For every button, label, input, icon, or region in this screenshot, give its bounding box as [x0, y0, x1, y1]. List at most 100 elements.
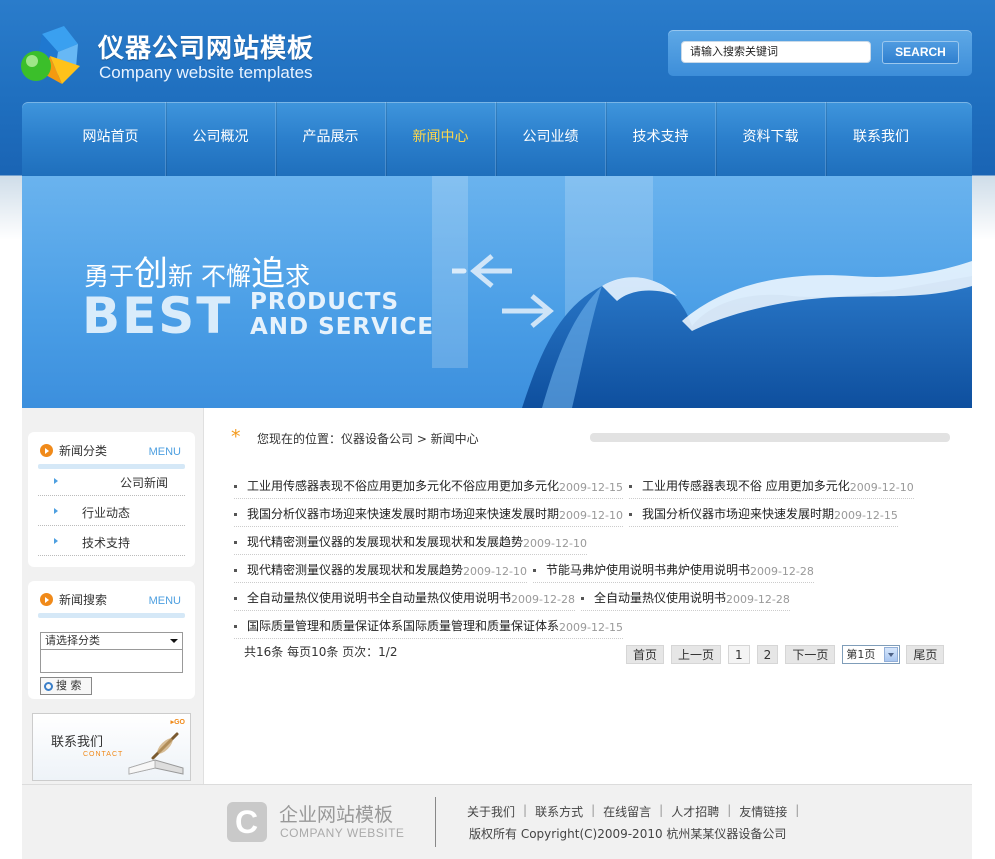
news-date: 2009-12-15 — [559, 621, 623, 634]
news-item[interactable]: 节能马弗炉使用说明书弗炉使用说明书 2009-12-28 — [532, 557, 814, 583]
star-icon: * — [231, 426, 241, 448]
news-row: 国际质量管理和质量保证体系国际质量管理和质量保证体系 2009-12-15 — [234, 613, 629, 639]
arrow-icon — [54, 508, 58, 514]
category-item-industry[interactable]: 行业动态 — [38, 496, 185, 526]
news-row: 我国分析仪器市场迎来快速发展时期市场迎来快速发展时期 2009-12-10 我国分… — [234, 501, 904, 527]
arrow-icon — [54, 478, 58, 484]
footer-link-friends[interactable]: 友情链接 — [739, 803, 787, 820]
news-title[interactable]: 全自动量热仪使用说明书 — [594, 589, 726, 606]
page-select[interactable]: 第1页 — [842, 645, 901, 664]
separator: | — [523, 803, 528, 817]
category-item-company-news[interactable]: 公司新闻 — [38, 466, 185, 496]
news-row: 全自动量热仪使用说明书全自动量热仪使用说明书 2009-12-28 全自动量热仪使… — [234, 585, 796, 611]
bullet-icon — [580, 597, 584, 600]
prev-page-button[interactable]: 上一页 — [671, 645, 722, 664]
news-item[interactable]: 我国分析仪器市场迎来快速发展时期 2009-12-15 — [628, 501, 898, 527]
news-search-button[interactable]: 搜 索 — [40, 677, 92, 695]
page-1-button[interactable]: 1 — [728, 645, 750, 664]
wave-image — [452, 254, 972, 408]
news-item[interactable]: 国际质量管理和质量保证体系国际质量管理和质量保证体系 2009-12-15 — [234, 613, 623, 639]
category-label: 行业动态 — [82, 506, 131, 520]
category-item-tech-support[interactable]: 技术支持 — [38, 526, 185, 556]
play-icon — [40, 593, 53, 606]
search-button[interactable]: SEARCH — [882, 41, 959, 64]
copyright: 版权所有 Copyright(C)2009-2010 杭州某某仪器设备公司 — [469, 827, 787, 841]
header: 仪器公司网站模板 Company website templates 请输入搜索… — [0, 0, 995, 100]
category-select[interactable]: 请选择分类 — [40, 632, 183, 650]
bullet-icon — [234, 541, 237, 544]
news-date: 2009-12-15 — [559, 481, 623, 494]
news-title[interactable]: 工业用传感器表现不俗 应用更加多元化 — [642, 477, 850, 494]
news-category-panel: 新闻分类 MENU 公司新闻 行业动态 技术支持 — [28, 432, 195, 567]
button-label: 搜 索 — [56, 679, 82, 692]
news-title[interactable]: 我国分析仪器市场迎来快速发展时期 — [642, 505, 834, 522]
news-row: 现代精密测量仪器的发展现状和发展现状和发展趋势 2009-12-10 — [234, 529, 593, 555]
contact-banner[interactable]: ▸GO 联系我们 CONTACT — [32, 713, 191, 781]
nav-item-performance[interactable]: 公司业绩 — [496, 102, 606, 176]
menu-label: MENU — [148, 446, 181, 458]
banner-best: BEST — [82, 287, 233, 345]
news-title[interactable]: 节能马弗炉使用说明书弗炉使用说明书 — [546, 561, 750, 578]
chevron-down-icon — [884, 647, 899, 662]
footer-brand-en: COMPANY WEBSITE — [280, 826, 405, 840]
menu-label: MENU — [148, 595, 181, 607]
hero-banner: 勇于创新 不懈追求 BEST PRODUCTS AND SERVICE — [22, 176, 972, 408]
news-title[interactable]: 现代精密测量仪器的发展现状和发展趋势 — [247, 561, 463, 578]
category-label: 公司新闻 — [120, 476, 169, 490]
first-page-button[interactable]: 首页 — [626, 645, 665, 664]
search-bar: 请输入搜索关键词 SEARCH — [668, 30, 972, 76]
news-title[interactable]: 现代精密测量仪器的发展现状和发展现状和发展趋势 — [247, 533, 523, 550]
search-input[interactable]: 请输入搜索关键词 — [681, 41, 871, 63]
news-title[interactable]: 全自动量热仪使用说明书全自动量热仪使用说明书 — [247, 589, 511, 606]
news-date: 2009-12-10 — [849, 481, 914, 494]
main-nav: 网站首页 公司概况 产品展示 新闻中心 公司业绩 技术支持 资料下载 联系我们 — [22, 102, 972, 176]
banner-products-line1: PRODUCTS — [250, 289, 400, 315]
nav-item-news[interactable]: 新闻中心 — [386, 102, 496, 176]
go-text: GO — [174, 719, 185, 726]
contact-title: 联系我们 — [51, 735, 104, 750]
pagination: 首页 上一页 1 2 下一页 第1页 尾页 — [626, 645, 951, 664]
bullet-icon — [628, 485, 632, 488]
news-row: 现代精密测量仪器的发展现状和发展趋势 2009-12-10 节能马弗炉使用说明书弗… — [234, 557, 820, 583]
nav-item-downloads[interactable]: 资料下载 — [716, 102, 826, 176]
news-item[interactable]: 全自动量热仪使用说明书全自动量热仪使用说明书 2009-12-28 — [234, 585, 575, 611]
panel-divider — [38, 613, 185, 618]
last-page-button[interactable]: 尾页 — [906, 645, 945, 664]
news-title[interactable]: 工业用传感器表现不俗应用更加多元化不俗应用更加多元化 — [247, 477, 559, 494]
news-item[interactable]: 工业用传感器表现不俗应用更加多元化不俗应用更加多元化 2009-12-15 — [234, 473, 623, 499]
arrow-icon — [54, 538, 58, 544]
category-list[interactable] — [40, 650, 183, 673]
site-title: 仪器公司网站模板 — [98, 34, 315, 64]
page-2-button[interactable]: 2 — [756, 645, 779, 664]
news-date: 2009-12-10 — [559, 509, 623, 522]
nav-item-support[interactable]: 技术支持 — [606, 102, 716, 176]
bullet-icon — [532, 569, 536, 572]
news-item[interactable]: 全自动量热仪使用说明书 2009-12-28 — [580, 585, 790, 611]
footer-link-contact[interactable]: 联系方式 — [535, 803, 583, 820]
site-subtitle: Company website templates — [99, 63, 313, 82]
footer: C 企业网站模板 COMPANY WEBSITE 关于我们 | 联系方式 | 在线留… — [22, 784, 972, 859]
nav-item-products[interactable]: 产品展示 — [276, 102, 386, 176]
news-title[interactable]: 国际质量管理和质量保证体系国际质量管理和质量保证体系 — [247, 617, 559, 634]
news-item[interactable]: 现代精密测量仪器的发展现状和发展趋势 2009-12-10 — [234, 557, 527, 583]
nav-item-contact[interactable]: 联系我们 — [826, 102, 936, 176]
footer-link-message[interactable]: 在线留言 — [603, 803, 651, 820]
banner-products-line2: AND SERVICE — [250, 314, 435, 340]
news-item[interactable]: 现代精密测量仪器的发展现状和发展现状和发展趋势 2009-12-10 — [234, 529, 587, 555]
footer-logo-icon: C — [227, 802, 267, 842]
news-item[interactable]: 我国分析仪器市场迎来快速发展时期市场迎来快速发展时期 2009-12-10 — [234, 501, 623, 527]
news-category-title: 新闻分类 — [40, 442, 107, 459]
news-item[interactable]: 工业用传感器表现不俗 应用更加多元化 2009-12-10 — [628, 473, 914, 499]
next-page-button[interactable]: 下一页 — [785, 645, 836, 664]
news-date: 2009-12-28 — [725, 593, 790, 606]
nav-item-home[interactable]: 网站首页 — [56, 102, 166, 176]
separator: | — [659, 803, 664, 817]
news-row: 工业用传感器表现不俗应用更加多元化不俗应用更加多元化 2009-12-15 工业用… — [234, 473, 920, 499]
nav-item-about[interactable]: 公司概况 — [166, 102, 276, 176]
news-date: 2009-12-10 — [463, 565, 527, 578]
news-search-panel: 新闻搜索 MENU 请选择分类 搜 索 — [28, 581, 195, 699]
go-label: ▸GO — [170, 719, 185, 726]
footer-link-jobs[interactable]: 人才招聘 — [671, 803, 719, 820]
footer-link-about[interactable]: 关于我们 — [467, 803, 515, 820]
news-title[interactable]: 我国分析仪器市场迎来快速发展时期市场迎来快速发展时期 — [247, 505, 559, 522]
